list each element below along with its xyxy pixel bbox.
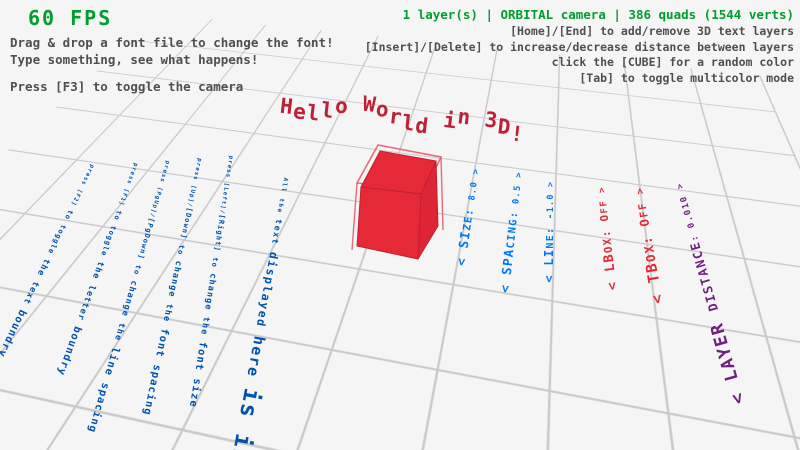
hint-layer-distance: [Insert]/[Delete] to increase/decrease d… bbox=[365, 40, 794, 56]
cube-face-front bbox=[357, 187, 421, 259]
fps-counter: 60 FPS bbox=[28, 6, 112, 30]
hint-toggle-camera: Press [F3] to toggle the camera bbox=[10, 79, 243, 94]
hint-multicolor: [Tab] to toggle multicolor mode bbox=[365, 71, 794, 87]
hint-layers: [Home]/[End] to add/remove 3D text layer… bbox=[365, 24, 794, 40]
hint-cube-color: click the [CUBE] for a random color bbox=[365, 55, 794, 71]
option-line: < LINE: -1.0 > bbox=[532, 181, 566, 313]
right-hints: [Home]/[End] to add/remove 3D text layer… bbox=[365, 24, 794, 86]
raylib-3d-text-demo-window[interactable]: press [F2] to toggle the text boundry pr… bbox=[0, 0, 800, 450]
cube-wire-left-edge bbox=[352, 183, 357, 250]
hint-drag-drop: Drag & drop a font file to change the fo… bbox=[10, 35, 334, 50]
cube[interactable] bbox=[350, 140, 450, 270]
status-bar: 1 layer(s) | ORBITAL camera | 386 quads … bbox=[403, 7, 794, 22]
hint-type-something: Type something, see what happens! bbox=[10, 52, 258, 67]
cube-wire-right-edge bbox=[441, 157, 443, 230]
